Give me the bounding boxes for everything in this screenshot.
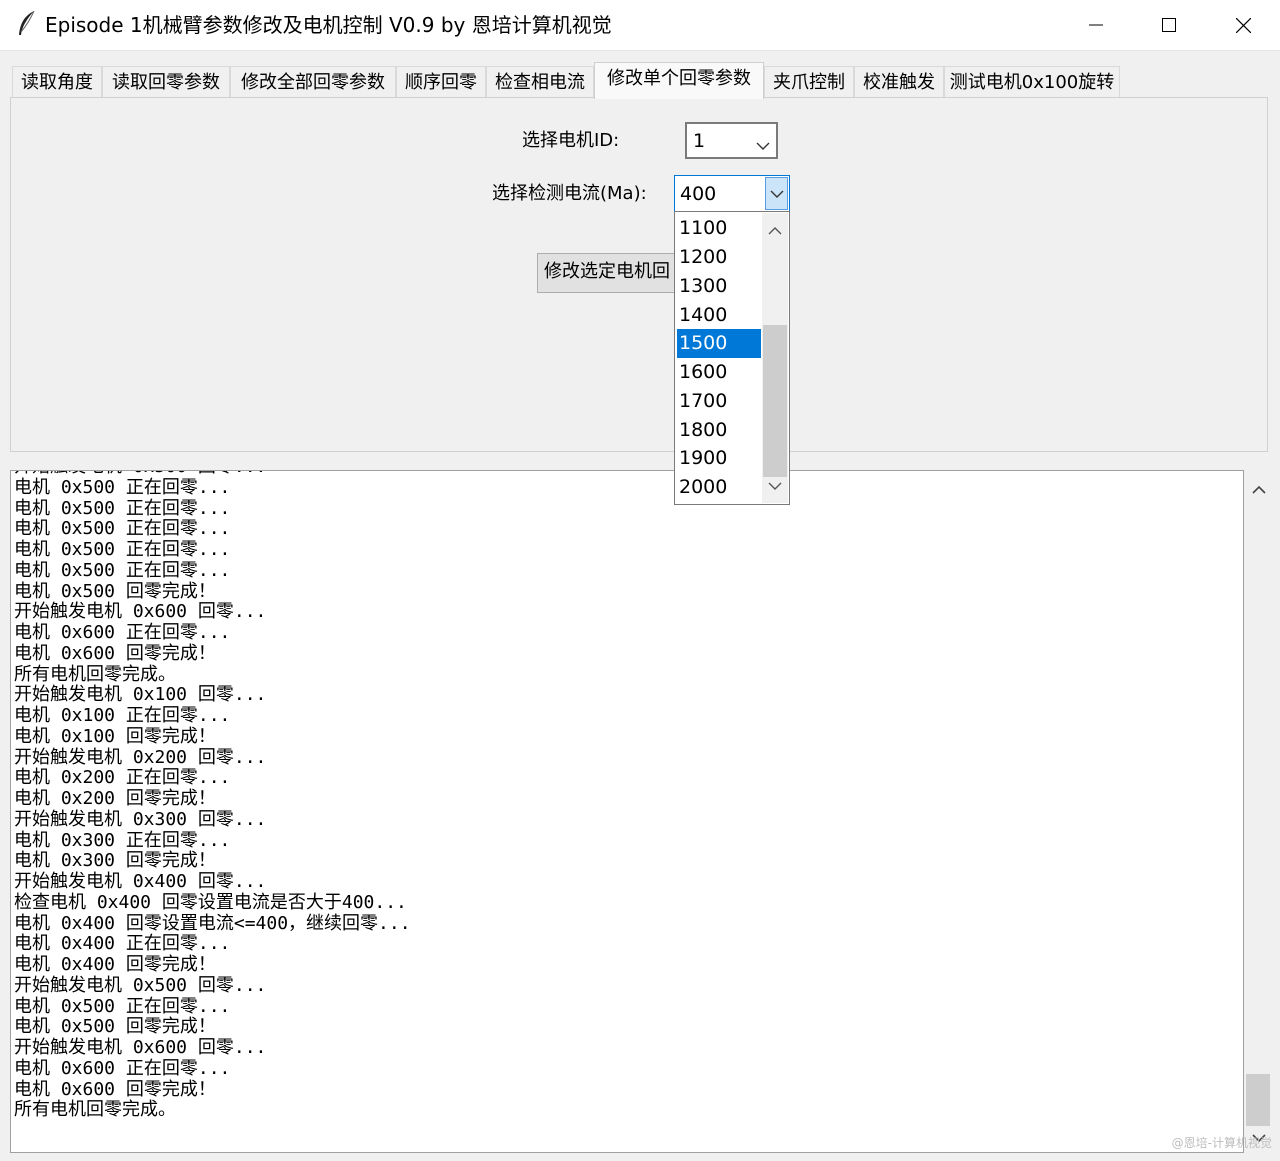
maximize-button[interactable] [1134, 0, 1204, 50]
log-line: 开始触发电机 0x600 回零... [14, 1037, 267, 1058]
motor-id-select[interactable]: 1 [685, 122, 778, 159]
tab-test-motor-rotation[interactable]: 测试电机0x100旋转 [944, 66, 1120, 98]
log-line: 开始触发电机 0x600 回零... [14, 601, 267, 623]
close-icon [1235, 17, 1251, 33]
dropdown-toggle[interactable] [765, 177, 788, 210]
dropdown-option[interactable]: 2000 [677, 473, 761, 502]
log-line: 电机 0x100 正在回零... [14, 705, 231, 726]
log-line: 开始触发电机 0x200 回零... [14, 746, 267, 768]
tab-calibration-trigger[interactable]: 校准触发 [854, 66, 944, 98]
tab-modify-single-homing[interactable]: 修改单个回零参数 [594, 62, 764, 99]
log-line: 电机 0x500 正在回零... [14, 518, 231, 540]
dropdown-option[interactable]: 1200 [677, 243, 761, 272]
log-line: 电机 0x200 回零完成！ [14, 788, 216, 809]
log-line: 开始触发电机 0x400 回零... [14, 871, 267, 892]
log-line: 电机 0x400 回零设置电流<=400，继续回零... [14, 912, 411, 934]
dropdown-option[interactable]: 1100 [677, 214, 761, 243]
tab-read-homing-params[interactable]: 读取回零参数 [102, 66, 230, 98]
dropdown-scrollbar[interactable] [762, 213, 788, 503]
watermark: @恩培-计算机视觉 [1171, 1136, 1272, 1150]
dropdown-option[interactable]: 1400 [677, 301, 761, 330]
minimize-button[interactable] [1061, 0, 1131, 50]
chevron-up-icon[interactable] [1252, 480, 1266, 499]
log-line: 电机 0x500 正在回零... [14, 995, 231, 1017]
window-title: Episode 1机械臂参数修改及电机控制 V0.9 by 恩培计算机视觉 [45, 13, 612, 37]
log-line: 开始触发电机 0x500 回零... [14, 974, 267, 996]
motor-id-value: 1 [693, 130, 706, 152]
log-line: 开始触发电机 0x100 回零... [14, 684, 267, 706]
log-line: 电机 0x400 正在回零... [14, 933, 231, 955]
log-line: 开始触发电机 0x300 回零... [14, 808, 267, 830]
log-line: 电机 0x400 回零完成！ [14, 954, 216, 975]
detect-current-label: 选择检测电流(Ma): [492, 183, 647, 204]
dropdown-option[interactable]: 1700 [677, 387, 761, 416]
feather-icon [16, 10, 38, 38]
log-line: 电机 0x500 回零完成！ [14, 1016, 216, 1038]
log-line: 检查电机 0x400 回零设置电流是否大于400... [14, 891, 407, 913]
tab-modify-all-homing[interactable]: 修改全部回零参数 [230, 66, 396, 98]
chevron-down-icon [756, 134, 770, 156]
dropdown-option-selected[interactable]: 1500 [677, 329, 761, 358]
log-line: 电机 0x600 回零完成！ [14, 642, 216, 664]
log-scroll-thumb[interactable] [1246, 1074, 1270, 1126]
tab-check-phase-current[interactable]: 检查相电流 [486, 66, 594, 98]
current-dropdown-list: 1100 1200 1300 1400 1500 1600 1700 1800 … [674, 211, 790, 505]
close-button[interactable] [1208, 0, 1278, 50]
log-output[interactable]: 开始触发电机 0x500 回零...电机 0x500 正在回零...电机 0x5… [10, 470, 1244, 1153]
detect-current-value: 400 [680, 183, 717, 205]
log-line: 电机 0x600 回零完成！ [14, 1078, 216, 1100]
dropdown-scroll-thumb[interactable] [763, 325, 787, 477]
log-line: 电机 0x300 正在回零... [14, 829, 231, 851]
log-line: 所有电机回零完成。 [14, 1099, 176, 1121]
log-scrollbar[interactable] [1244, 470, 1272, 1153]
log-line: 电机 0x500 正在回零... [14, 559, 231, 581]
tab-read-angle[interactable]: 读取角度 [12, 66, 102, 98]
log-line: 电机 0x500 正在回零... [14, 476, 231, 498]
maximize-icon [1162, 18, 1176, 32]
log-line: 电机 0x600 正在回零... [14, 622, 231, 643]
log-line: 电机 0x500 正在回零... [14, 539, 231, 560]
title-bar: Episode 1机械臂参数修改及电机控制 V0.9 by 恩培计算机视觉 [0, 0, 1280, 51]
chevron-down-icon[interactable] [768, 476, 782, 495]
log-line: 电机 0x600 正在回零... [14, 1057, 231, 1079]
log-line: 电机 0x300 回零完成！ [14, 850, 216, 872]
log-line: 电机 0x100 回零完成！ [14, 725, 216, 747]
log-line: 电机 0x500 正在回零... [14, 497, 231, 519]
tab-sequential-homing[interactable]: 顺序回零 [396, 66, 486, 98]
chevron-up-icon[interactable] [768, 221, 782, 240]
chevron-down-icon [770, 190, 783, 198]
modify-selected-motor-button[interactable]: 修改选定电机回 [537, 253, 687, 293]
log-line: 所有电机回零完成。 [14, 663, 176, 685]
motor-id-label: 选择电机ID: [522, 130, 620, 151]
detect-current-select[interactable]: 400 [674, 175, 790, 212]
dropdown-option[interactable]: 1300 [677, 272, 761, 301]
dropdown-option[interactable]: 1600 [677, 358, 761, 387]
log-line: 电机 0x500 回零完成！ [14, 580, 216, 602]
log-line: 电机 0x200 正在回零... [14, 767, 231, 789]
minimize-icon [1089, 24, 1103, 26]
log-lines: 开始触发电机 0x500 回零...电机 0x500 正在回零...电机 0x5… [14, 471, 411, 1121]
tab-gripper-control[interactable]: 夹爪控制 [764, 66, 854, 98]
dropdown-option[interactable]: 1900 [677, 444, 761, 473]
dropdown-option[interactable]: 1800 [677, 416, 761, 445]
